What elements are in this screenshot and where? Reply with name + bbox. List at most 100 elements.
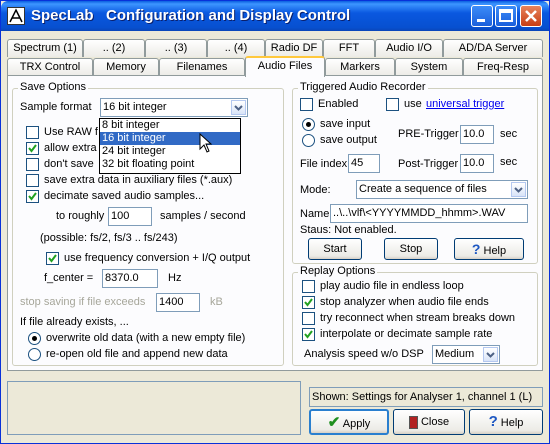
stop-saving-label: stop saving if file exceeds <box>20 296 146 308</box>
enabled-checkbox[interactable] <box>300 98 313 111</box>
enabled-label: Enabled <box>318 98 359 110</box>
save-options-title: Save Options <box>18 81 89 93</box>
checkmark-icon <box>28 144 37 153</box>
reopen-label: re-open old file and append new data <box>46 348 228 360</box>
allow-extra-label: allow extra <box>44 142 97 154</box>
analysis-speed-value: Medium <box>435 348 475 360</box>
pre-trigger-label: PRE-Trigger <box>398 128 459 140</box>
tab-trx-control[interactable]: TRX Control <box>7 58 93 76</box>
endless-loop-checkbox[interactable] <box>302 280 315 293</box>
start-button[interactable]: Start <box>308 238 362 260</box>
tab-filenames[interactable]: Filenames <box>159 58 245 76</box>
analysis-speed-select[interactable]: Medium <box>432 345 500 364</box>
freq-conversion-label: use frequency conversion + I/Q output <box>64 252 251 264</box>
apply-button[interactable]: ✔ Apply <box>309 409 389 435</box>
tab-2[interactable]: .. (2) <box>83 39 145 57</box>
triggered-recorder-title: Triggered Audio Recorder <box>298 81 428 93</box>
use-label: use <box>404 98 422 110</box>
use-raw-checkbox[interactable] <box>26 126 39 139</box>
tab-memory[interactable]: Memory <box>93 58 159 76</box>
decimate-checkbox[interactable] <box>26 190 39 203</box>
decimate-label: decimate saved audio samples... <box>44 190 205 202</box>
door-exit-icon <box>408 415 418 429</box>
post-trigger-input[interactable]: 10.0 <box>460 154 494 173</box>
stop-saving-input[interactable]: 1400 <box>156 293 200 312</box>
title-bar[interactable]: SpecLab Configuration and Display Contro… <box>1 1 549 31</box>
save-extra-label: save extra data in auxiliary files (*.au… <box>44 174 233 186</box>
use-raw-label: Use RAW f <box>44 126 98 138</box>
pre-trigger-input[interactable]: 10.0 <box>460 125 494 144</box>
tab-audio-files[interactable]: Audio Files <box>245 56 325 77</box>
save-input-label: save input <box>320 118 371 130</box>
chevron-down-icon[interactable] <box>511 182 526 197</box>
overwrite-radio[interactable] <box>28 332 41 345</box>
file-index-input[interactable]: 45 <box>348 154 380 173</box>
checkmark-icon: ✔ <box>327 414 341 431</box>
checkmark-icon <box>28 192 37 201</box>
universal-trigger-link[interactable]: universal trigger <box>426 98 504 110</box>
roughly-input[interactable]: 100 <box>108 207 152 226</box>
format-option-8bit[interactable]: 8 bit integer <box>100 119 240 132</box>
maximize-button[interactable] <box>495 5 517 27</box>
close-button[interactable]: Close <box>393 409 465 435</box>
close-icon <box>525 10 537 22</box>
format-option-16bit[interactable]: 16 bit integer <box>100 132 240 145</box>
trigger-help-label: Help <box>483 245 507 257</box>
close-label: Close <box>420 416 450 428</box>
dont-save-checkbox[interactable] <box>26 158 39 171</box>
try-reconnect-checkbox[interactable] <box>302 312 315 325</box>
dont-save-label: don't save <box>44 158 94 170</box>
save-input-radio[interactable] <box>302 118 315 131</box>
tab-spectrum-1[interactable]: Spectrum (1) <box>7 39 83 57</box>
save-output-label: save output <box>320 134 377 146</box>
to-roughly-label: to roughly <box>56 210 105 222</box>
tab-4[interactable]: .. (4) <box>207 39 265 57</box>
sample-format-dropdown[interactable]: 8 bit integer 16 bit integer 24 bit inte… <box>99 118 241 174</box>
pre-trigger-unit: sec <box>500 128 518 140</box>
tab-3[interactable]: .. (3) <box>145 39 207 57</box>
tab-markers[interactable]: Markers <box>325 58 395 76</box>
save-output-radio[interactable] <box>302 134 315 147</box>
chevron-down-icon[interactable] <box>483 347 498 362</box>
format-option-24bit[interactable]: 24 bit integer <box>100 145 240 158</box>
save-extra-checkbox[interactable] <box>26 174 39 187</box>
name-label: Name: <box>300 208 333 220</box>
help-icon: ? <box>471 241 481 257</box>
minimize-button[interactable] <box>471 5 493 27</box>
status-message-box <box>7 381 301 435</box>
tab-radio-df[interactable]: Radio DF <box>265 39 323 57</box>
stop-saving-unit: kB <box>210 296 223 308</box>
chevron-down-icon[interactable] <box>231 100 246 115</box>
allow-extra-checkbox[interactable] <box>26 142 39 155</box>
tab-ad-da-server[interactable]: AD/DA Server <box>443 39 543 57</box>
name-input[interactable]: ..\..\vlf\<YYYYMMDD_hhmm>.WAV <box>330 204 528 223</box>
try-reconnect-label: try reconnect when stream breaks down <box>320 312 516 324</box>
mode-label: Mode: <box>300 184 331 196</box>
post-trigger-unit: sec <box>500 156 518 168</box>
freq-conversion-checkbox[interactable] <box>46 252 59 265</box>
trigger-help-button[interactable]: ? Help <box>454 238 524 260</box>
interpolate-checkbox[interactable] <box>302 328 315 341</box>
status-label: Staus: Not enabled. <box>300 224 397 236</box>
tab-audio-io[interactable]: Audio I/O <box>375 39 443 57</box>
f-center-label: f_center = <box>44 272 94 284</box>
f-center-input[interactable]: 8370.0 <box>102 269 158 288</box>
samples-unit-label: samples / second <box>160 210 246 222</box>
tab-system[interactable]: System <box>395 58 463 76</box>
checkmark-icon <box>48 254 57 263</box>
analysis-speed-label: Analysis speed w/o DSP <box>304 348 424 360</box>
stop-analyzer-checkbox[interactable] <box>302 296 315 309</box>
universal-trigger-checkbox[interactable] <box>386 98 399 111</box>
tab-freq-resp[interactable]: Freq-Resp <box>463 58 543 76</box>
app-icon[interactable] <box>7 7 25 25</box>
format-option-32bit-float[interactable]: 32 bit floating point <box>100 158 240 171</box>
sample-format-select[interactable]: 16 bit integer <box>100 98 248 117</box>
help-button[interactable]: ? Help <box>469 409 543 435</box>
checkmark-icon <box>304 298 313 307</box>
main-window: SpecLab Configuration and Display Contro… <box>0 0 550 444</box>
reopen-radio[interactable] <box>28 348 41 361</box>
tab-fft[interactable]: FFT <box>323 39 375 57</box>
stop-button[interactable]: Stop <box>384 238 438 260</box>
close-window-button[interactable] <box>520 5 542 27</box>
mode-select[interactable]: Create a sequence of files <box>356 180 528 199</box>
